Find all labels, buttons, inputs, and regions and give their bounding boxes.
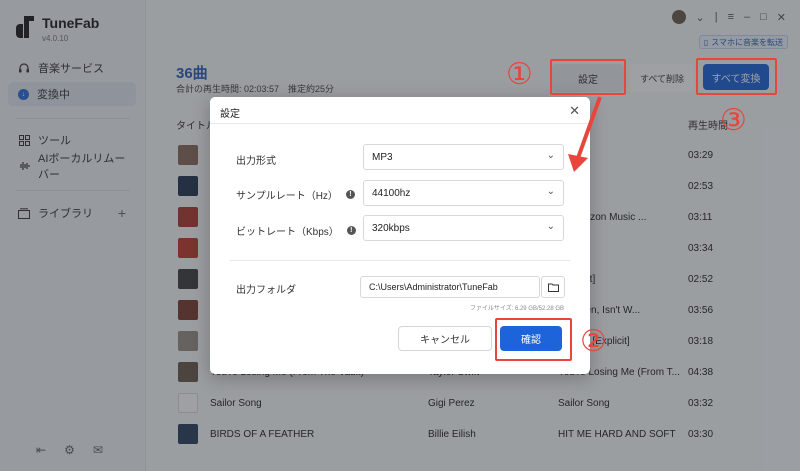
step-1-marker: ① — [506, 57, 533, 92]
highlight-settings-box — [550, 59, 626, 95]
info-icon[interactable]: ! — [345, 190, 355, 199]
output-format-value: MP3 — [372, 151, 393, 163]
sample-rate-label-text: サンプルレート（Hz） — [236, 191, 338, 202]
bitrate-select[interactable]: 320kbps ⌄ — [363, 215, 564, 241]
dialog-divider — [210, 123, 590, 124]
bitrate-label-text: ビットレート（Kbps） — [236, 227, 339, 238]
browse-folder-button[interactable] — [541, 276, 565, 298]
bitrate-value: 320kbps — [372, 222, 410, 234]
bitrate-label: ビットレート（Kbps） ! — [236, 223, 356, 238]
cancel-button[interactable]: キャンセル — [398, 326, 492, 351]
output-folder-input[interactable]: C:\Users\Administrator\TuneFab — [360, 276, 540, 298]
highlight-convert-box — [696, 58, 777, 95]
output-format-label: 出力形式 — [236, 152, 276, 167]
step-2-marker: ② — [580, 324, 607, 359]
dialog-divider — [230, 260, 570, 261]
output-folder-label: 出力フォルダ — [236, 281, 296, 296]
chevron-down-icon: ⌄ — [546, 150, 555, 161]
chevron-down-icon: ⌄ — [546, 221, 555, 232]
sample-rate-value: 44100hz — [372, 187, 411, 199]
step-3-marker: ③ — [720, 103, 747, 138]
output-folder-label-text: 出力フォルダ — [236, 285, 296, 296]
folder-icon — [547, 283, 559, 292]
output-format-label-text: 出力形式 — [236, 156, 276, 167]
sample-rate-select[interactable]: 44100hz ⌄ — [363, 180, 564, 206]
highlight-confirm-box — [495, 318, 572, 361]
info-icon[interactable]: ! — [346, 226, 356, 235]
chevron-down-icon: ⌄ — [546, 186, 555, 197]
file-size-info: ファイルサイズ: 6.29 GB/52.28 GB — [469, 306, 564, 312]
output-format-select[interactable]: MP3 ⌄ — [363, 144, 564, 170]
arrow-annotation-icon — [568, 96, 602, 172]
sample-rate-label: サンプルレート（Hz） ! — [236, 187, 355, 202]
dialog-title: 設定 — [220, 109, 240, 120]
